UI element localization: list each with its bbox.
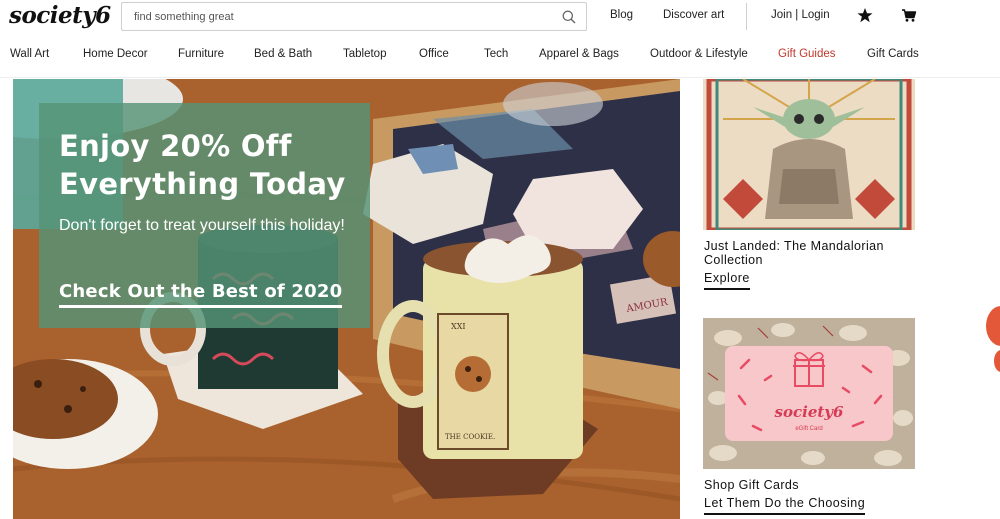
cart-icon[interactable]	[900, 6, 918, 24]
edge-decoration	[986, 306, 1000, 346]
giftcard-label: eGift Card	[795, 426, 822, 432]
explore-link[interactable]: Explore	[704, 271, 750, 290]
nav-bed-bath[interactable]: Bed & Bath	[254, 48, 312, 60]
promo-title: Enjoy 20% Off Everything Today	[59, 129, 346, 201]
site-header: society6 Blog Discover art Join | Login	[0, 0, 1000, 36]
nav-tech[interactable]: Tech	[484, 48, 508, 60]
gift-card-image[interactable]: society6 eGift Card	[703, 318, 915, 469]
nav-home-decor[interactable]: Home Decor	[83, 48, 148, 60]
nav-gift-cards[interactable]: Gift Cards	[867, 48, 919, 60]
promo-subtitle: Don't forget to treat yourself this holi…	[59, 217, 345, 234]
mug-card-text: THE COOKIE.	[445, 433, 495, 441]
nav-gift-guides[interactable]: Gift Guides	[778, 48, 836, 60]
giftcard-brand: society6	[775, 403, 844, 421]
category-nav: Wall Art Home Decor Furniture Bed & Bath…	[0, 48, 1000, 66]
search-bar[interactable]	[121, 2, 587, 31]
search-input[interactable]	[122, 3, 552, 30]
nav-outdoor-lifestyle[interactable]: Outdoor & Lifestyle	[650, 48, 748, 60]
discover-art-link[interactable]: Discover art	[663, 9, 724, 21]
nav-furniture[interactable]: Furniture	[178, 48, 224, 60]
hero-banner[interactable]: AMOUR XXI THE COOKIE. Enjoy 20% Off Ever…	[13, 79, 680, 519]
mandalorian-artwork	[703, 79, 915, 230]
society6-logo[interactable]: society6	[9, 2, 111, 29]
nav-office[interactable]: Office	[419, 48, 449, 60]
nav-tabletop[interactable]: Tabletop	[343, 48, 386, 60]
mug-card-numeral: XXI	[451, 322, 466, 331]
mandalorian-card-image[interactable]	[703, 79, 915, 230]
edge-decoration-small	[994, 350, 1000, 372]
search-icon[interactable]	[562, 10, 576, 24]
nav-apparel-bags[interactable]: Apparel & Bags	[539, 48, 619, 60]
promo-cta-link[interactable]: Check Out the Best of 2020	[59, 281, 343, 308]
gift-card-link[interactable]: Let Them Do the Choosing	[704, 496, 866, 515]
promo-panel: Enjoy 20% Off Everything Today Don't for…	[39, 103, 370, 328]
star-icon[interactable]	[856, 6, 874, 24]
header-divider	[746, 3, 747, 30]
nav-wall-art[interactable]: Wall Art	[10, 48, 49, 60]
join-login-link[interactable]: Join | Login	[771, 9, 830, 21]
gift-card-title[interactable]: Shop Gift Cards	[704, 478, 924, 492]
blog-link[interactable]: Blog	[610, 9, 633, 21]
nav-divider	[0, 77, 1000, 78]
mandalorian-card-title[interactable]: Just Landed: The Mandalorian Collection	[704, 239, 924, 267]
gift-card-artwork: society6 eGift Card	[703, 318, 915, 469]
